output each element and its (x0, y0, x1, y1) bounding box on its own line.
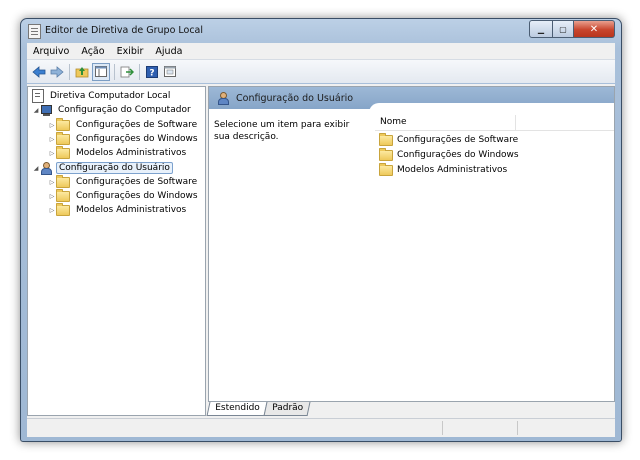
computer-icon (40, 104, 52, 116)
collapsed-triangle-icon[interactable]: ▷ (48, 193, 56, 200)
up-folder-icon[interactable] (74, 64, 90, 80)
properties-icon[interactable] (162, 64, 178, 80)
toolbar-separator (139, 63, 140, 80)
policy-icon (32, 89, 44, 103)
folder-icon (379, 132, 393, 146)
collapsed-triangle-icon[interactable]: ▷ (48, 150, 56, 157)
tree-node-label: Configurações de Software (76, 177, 198, 187)
tab-label: Estendido (215, 403, 260, 413)
tab-padrao[interactable]: Padrão (263, 402, 311, 416)
list-item[interactable]: Configurações de Software (379, 132, 519, 147)
collapsed-triangle-icon[interactable]: ▷ (48, 179, 56, 186)
expanded-triangle-icon[interactable]: ◢ (32, 107, 40, 114)
folder-icon (379, 147, 393, 161)
description-text: Selecione um item para exibir sua descri… (214, 120, 350, 142)
tree-node-label: Configuração do Usuário (56, 162, 173, 174)
status-divider (442, 421, 443, 435)
folder-icon (379, 162, 393, 176)
app-window: Editor de Diretiva de Grupo Local ▁ ▢ ✕ … (20, 18, 622, 442)
list-item-label: Configurações do Windows (397, 150, 519, 160)
tab-estendido[interactable]: Estendido (206, 402, 268, 416)
back-arrow-icon[interactable] (31, 64, 47, 80)
tree-node-user-config[interactable]: ◢ Configuração do Usuário (32, 161, 173, 175)
menu-arquivo[interactable]: Arquivo (27, 46, 75, 57)
folder-icon (56, 188, 70, 202)
tree-node-computer-software[interactable]: ▷ Configurações de Software (48, 117, 199, 132)
show-hide-tree-icon[interactable] (92, 62, 110, 81)
status-bar (27, 418, 615, 437)
details-pane: Configuração do Usuário Selecione um ite… (208, 86, 615, 402)
list-item[interactable]: Configurações do Windows (379, 147, 519, 162)
expanded-triangle-icon[interactable]: ◢ (32, 165, 40, 172)
header-curve (369, 103, 614, 113)
toolbar-separator (69, 63, 70, 80)
svg-text:?: ? (149, 68, 154, 78)
minimize-button[interactable]: ▁ (529, 20, 553, 38)
list-column-header: Nome (375, 115, 614, 131)
folder-icon (56, 145, 70, 159)
tree-root-label: Diretiva Computador Local (50, 91, 171, 101)
menu-ajuda[interactable]: Ajuda (149, 46, 188, 57)
collapsed-triangle-icon[interactable]: ▷ (48, 207, 56, 214)
menu-bar: Arquivo Ação Exibir Ajuda (27, 43, 615, 59)
user-config-icon (40, 162, 52, 175)
tree-node-user-admin-templates[interactable]: ▷ Modelos Administrativos (48, 202, 188, 217)
forward-arrow-icon[interactable] (49, 64, 65, 80)
column-separator[interactable] (515, 115, 516, 130)
title-bar[interactable]: Editor de Diretiva de Grupo Local ▁ ▢ ✕ (21, 19, 621, 43)
tree-node-label: Configurações do Windows (76, 134, 198, 144)
tree-node-computer-admin-templates[interactable]: ▷ Modelos Administrativos (48, 145, 188, 160)
client-area: Diretiva Computador Local ◢ Configuração… (27, 84, 615, 418)
export-list-icon[interactable] (119, 64, 135, 80)
list-item-label: Configurações de Software (397, 135, 519, 145)
toolbar: ? (27, 59, 615, 83)
collapsed-triangle-icon[interactable]: ▷ (48, 122, 56, 129)
tree-node-label: Configurações de Software (76, 120, 198, 130)
view-tabs: Estendido Padrão (206, 402, 311, 416)
menu-exibir[interactable]: Exibir (111, 46, 150, 57)
folder-icon (56, 131, 70, 145)
tab-label: Padrão (271, 403, 303, 413)
tree-root[interactable]: Diretiva Computador Local (32, 89, 172, 103)
collapsed-triangle-icon[interactable]: ▷ (48, 136, 56, 143)
details-title: Configuração do Usuário (236, 93, 354, 104)
folder-icon (56, 117, 70, 131)
tree-node-label: Modelos Administrativos (76, 148, 187, 158)
list-item[interactable]: Modelos Administrativos (379, 162, 508, 177)
list-item-label: Modelos Administrativos (397, 165, 508, 175)
close-button[interactable]: ✕ (574, 20, 615, 38)
folder-icon (56, 174, 70, 188)
status-divider (517, 421, 518, 435)
tree-node-computer-config[interactable]: ◢ Configuração do Computador (32, 103, 193, 117)
maximize-button[interactable]: ▢ (553, 20, 574, 38)
window-title: Editor de Diretiva de Grupo Local (45, 25, 204, 36)
folder-icon (56, 202, 70, 216)
toolbar-separator (114, 63, 115, 80)
policy-editor-app-icon (28, 24, 41, 39)
tree-node-user-software[interactable]: ▷ Configurações de Software (48, 174, 199, 189)
tree-node-label: Configuração do Computador (58, 105, 191, 115)
user-config-icon (217, 92, 229, 105)
menu-acao[interactable]: Ação (75, 46, 110, 57)
tree-node-user-windows[interactable]: ▷ Configurações do Windows (48, 188, 200, 203)
column-header-nome[interactable]: Nome (380, 117, 407, 127)
navigation-tree[interactable]: Diretiva Computador Local ◢ Configuração… (27, 86, 206, 416)
tree-node-computer-windows[interactable]: ▷ Configurações do Windows (48, 131, 200, 146)
tree-node-label: Configurações do Windows (76, 191, 198, 201)
help-icon[interactable]: ? (144, 64, 160, 80)
tree-node-label: Modelos Administrativos (76, 205, 187, 215)
